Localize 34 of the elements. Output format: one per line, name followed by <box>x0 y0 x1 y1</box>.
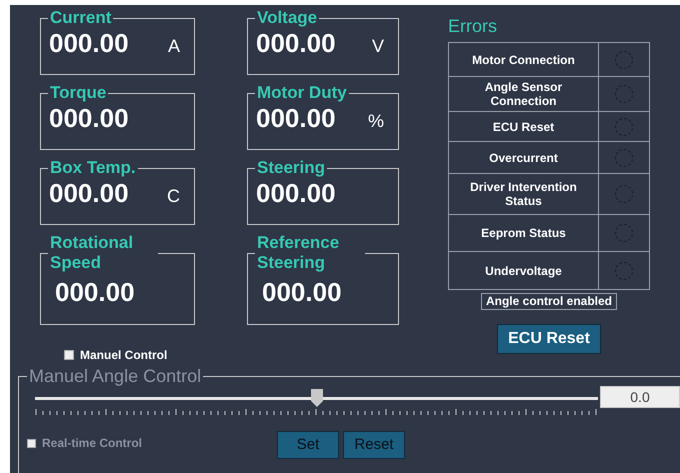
checkbox[interactable] <box>64 350 74 360</box>
unit-label: A <box>168 35 180 58</box>
panel-title: Manuel Angle Control <box>28 366 202 386</box>
checkbox-label: Manuel Control <box>80 347 168 364</box>
ecu-reset-button[interactable]: ECU Reset <box>497 324 601 354</box>
reading-label: Reference Steering <box>256 233 340 273</box>
reading-value: 000.00 <box>49 177 129 210</box>
reading-label: Current <box>49 8 112 28</box>
reading-label: Rotational Speed <box>49 233 134 273</box>
reading-label: Motor Duty <box>256 83 348 103</box>
unit-label: V <box>372 35 384 58</box>
reading-value: 000.00 <box>262 276 342 309</box>
unit-label: C <box>167 185 180 208</box>
error-label: Eeprom Status <box>449 215 599 251</box>
reading-value: 000.00 <box>256 177 336 210</box>
reading-value: 000.00 <box>49 102 129 135</box>
errors-title: Errors <box>448 16 497 36</box>
checkbox-label: Real-time Control <box>42 435 142 452</box>
reading-label: Steering <box>256 158 326 178</box>
error-label: Undervoltage <box>449 252 599 289</box>
error-label: Angle Sensor Connection <box>449 77 599 111</box>
error-label: Driver Intervention Status <box>449 174 599 214</box>
error-label: Overcurrent <box>449 142 599 173</box>
error-label: ECU Reset <box>449 112 599 141</box>
reading-label: Box Temp. <box>49 158 137 178</box>
error-label: Motor Connection <box>449 43 599 76</box>
reading-label: Torque <box>49 83 108 103</box>
reading-label: Voltage <box>256 8 318 28</box>
reading-value: 000.00 <box>256 102 336 135</box>
reading-value: 000.00 <box>49 27 129 60</box>
reading-value: 000.00 <box>256 27 336 60</box>
unit-label: % <box>368 110 384 133</box>
status-label: Angle control enabled <box>480 293 617 310</box>
reading-value: 000.00 <box>55 276 135 309</box>
